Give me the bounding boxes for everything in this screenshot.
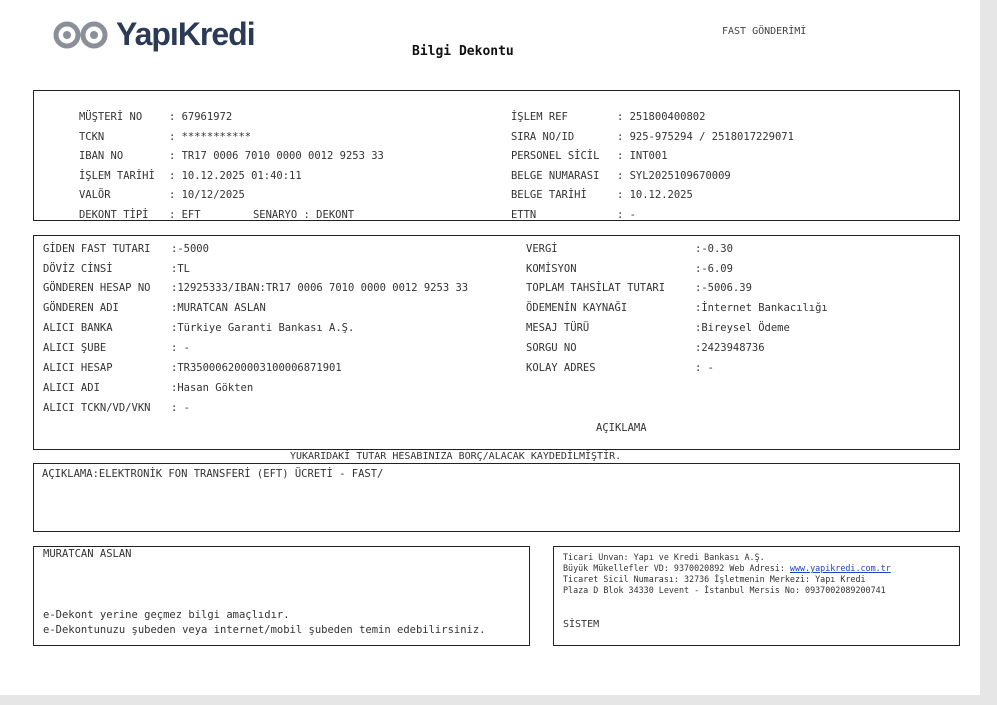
info-row-ettn: ETTN: - [510, 209, 636, 221]
brand-name: YapıKredi [116, 16, 256, 52]
detail-row-easy-address: KOLAY ADRES: - [526, 362, 714, 374]
disclaimer-line-2: e-Dekontunuzu şubeden veya internet/mobi… [43, 624, 486, 636]
detail-row-currency: DÖVİZ CİNSİ:TL [43, 263, 190, 275]
aciklama-heading: AÇIKLAMA [596, 422, 647, 434]
transfer-details-box: GİDEN FAST TUTARI:-5000 DÖVİZ CİNSİ:TL G… [33, 235, 960, 450]
detail-row-sender-name: GÖNDEREN ADI:MURATCAN ASLAN [43, 302, 266, 314]
detail-row-recipient-branch: ALICI ŞUBE: - [43, 342, 190, 354]
description-text: AÇIKLAMA:ELEKTRONİK FON TRANSFERİ (EFT) … [42, 468, 384, 480]
detail-row-commission: KOMİSYON:-6.09 [526, 263, 733, 275]
detail-row-recipient-name: ALICI ADI:Hasan Gökten [43, 382, 254, 394]
disclaimer-line-1: e-Dekont yerine geçmez bilgi amaçlıdır. [43, 609, 290, 621]
detail-row-tax: VERGİ:-0.30 [526, 243, 733, 255]
transaction-type: FAST GÖNDERİMİ [722, 26, 807, 37]
info-row-receipt-type: DEKONT TİPİ: EFT SENARYO : DEKONT [78, 209, 355, 221]
detail-row-payment-source: ÖDEMENİN KAYNAĞI:İnternet Bankacılığı [526, 302, 828, 314]
account-info-box: MÜŞTERİ NO: 67961972 TCKN: *********** I… [33, 90, 960, 221]
company-line-1: Ticari Unvan: Yapı ve Kredi Bankası A.Ş. [563, 552, 765, 562]
detail-row-total-charge: TOPLAM TAHSİLAT TUTARI:-5006.39 [526, 282, 752, 294]
company-line-3: Ticaret Sicil Numarası: 32736 İşletmenin… [563, 574, 866, 584]
customer-box: MURATCAN ASLAN e-Dekont yerine geçmez bi… [33, 546, 530, 646]
detail-row-recipient-tckn: ALICI TCKN/VD/VKN: - [43, 402, 190, 414]
receipt-page: YapıKredi Bilgi Dekontu FAST GÖNDERİMİ M… [0, 0, 980, 695]
detail-row-message-type: MESAJ TÜRÜ:Bireysel Ödeme [526, 322, 790, 334]
detail-row-fast-amount: GİDEN FAST TUTARI:-5000 [43, 243, 209, 255]
page-title: Bilgi Dekontu [412, 44, 514, 59]
customer-name: MURATCAN ASLAN [43, 548, 132, 560]
debit-note: YUKARIDAKİ TUTAR HESABINIZA BORÇ/ALACAK … [290, 451, 622, 462]
system-label: SİSTEM [563, 619, 600, 630]
company-line-2: Büyük Mükellefler VD: 9370020892 Web Adr… [563, 563, 891, 573]
detail-row-recipient-bank: ALICI BANKA:Türkiye Garanti Bankası A.Ş. [43, 322, 355, 334]
detail-row-recipient-account: ALICI HESAP:TR350006200003100006871901 [43, 362, 342, 374]
yapikredi-emblem-icon [53, 21, 108, 48]
detail-row-sender-account: GÖNDEREN HESAP NO:12925333/IBAN:TR17 000… [43, 282, 469, 294]
company-info-box: Ticari Unvan: Yapı ve Kredi Bankası A.Ş.… [553, 546, 960, 646]
website-link[interactable]: www.yapikredi.com.tr [790, 563, 891, 573]
company-line-4: Plaza D Blok 34330 Levent - İstanbul Mer… [563, 585, 886, 595]
yapikredi-logo: YapıKredi [52, 16, 256, 53]
description-box: AÇIKLAMA:ELEKTRONİK FON TRANSFERİ (EFT) … [33, 463, 960, 532]
detail-row-query-no: SORGU NO:2423948736 [526, 342, 765, 354]
